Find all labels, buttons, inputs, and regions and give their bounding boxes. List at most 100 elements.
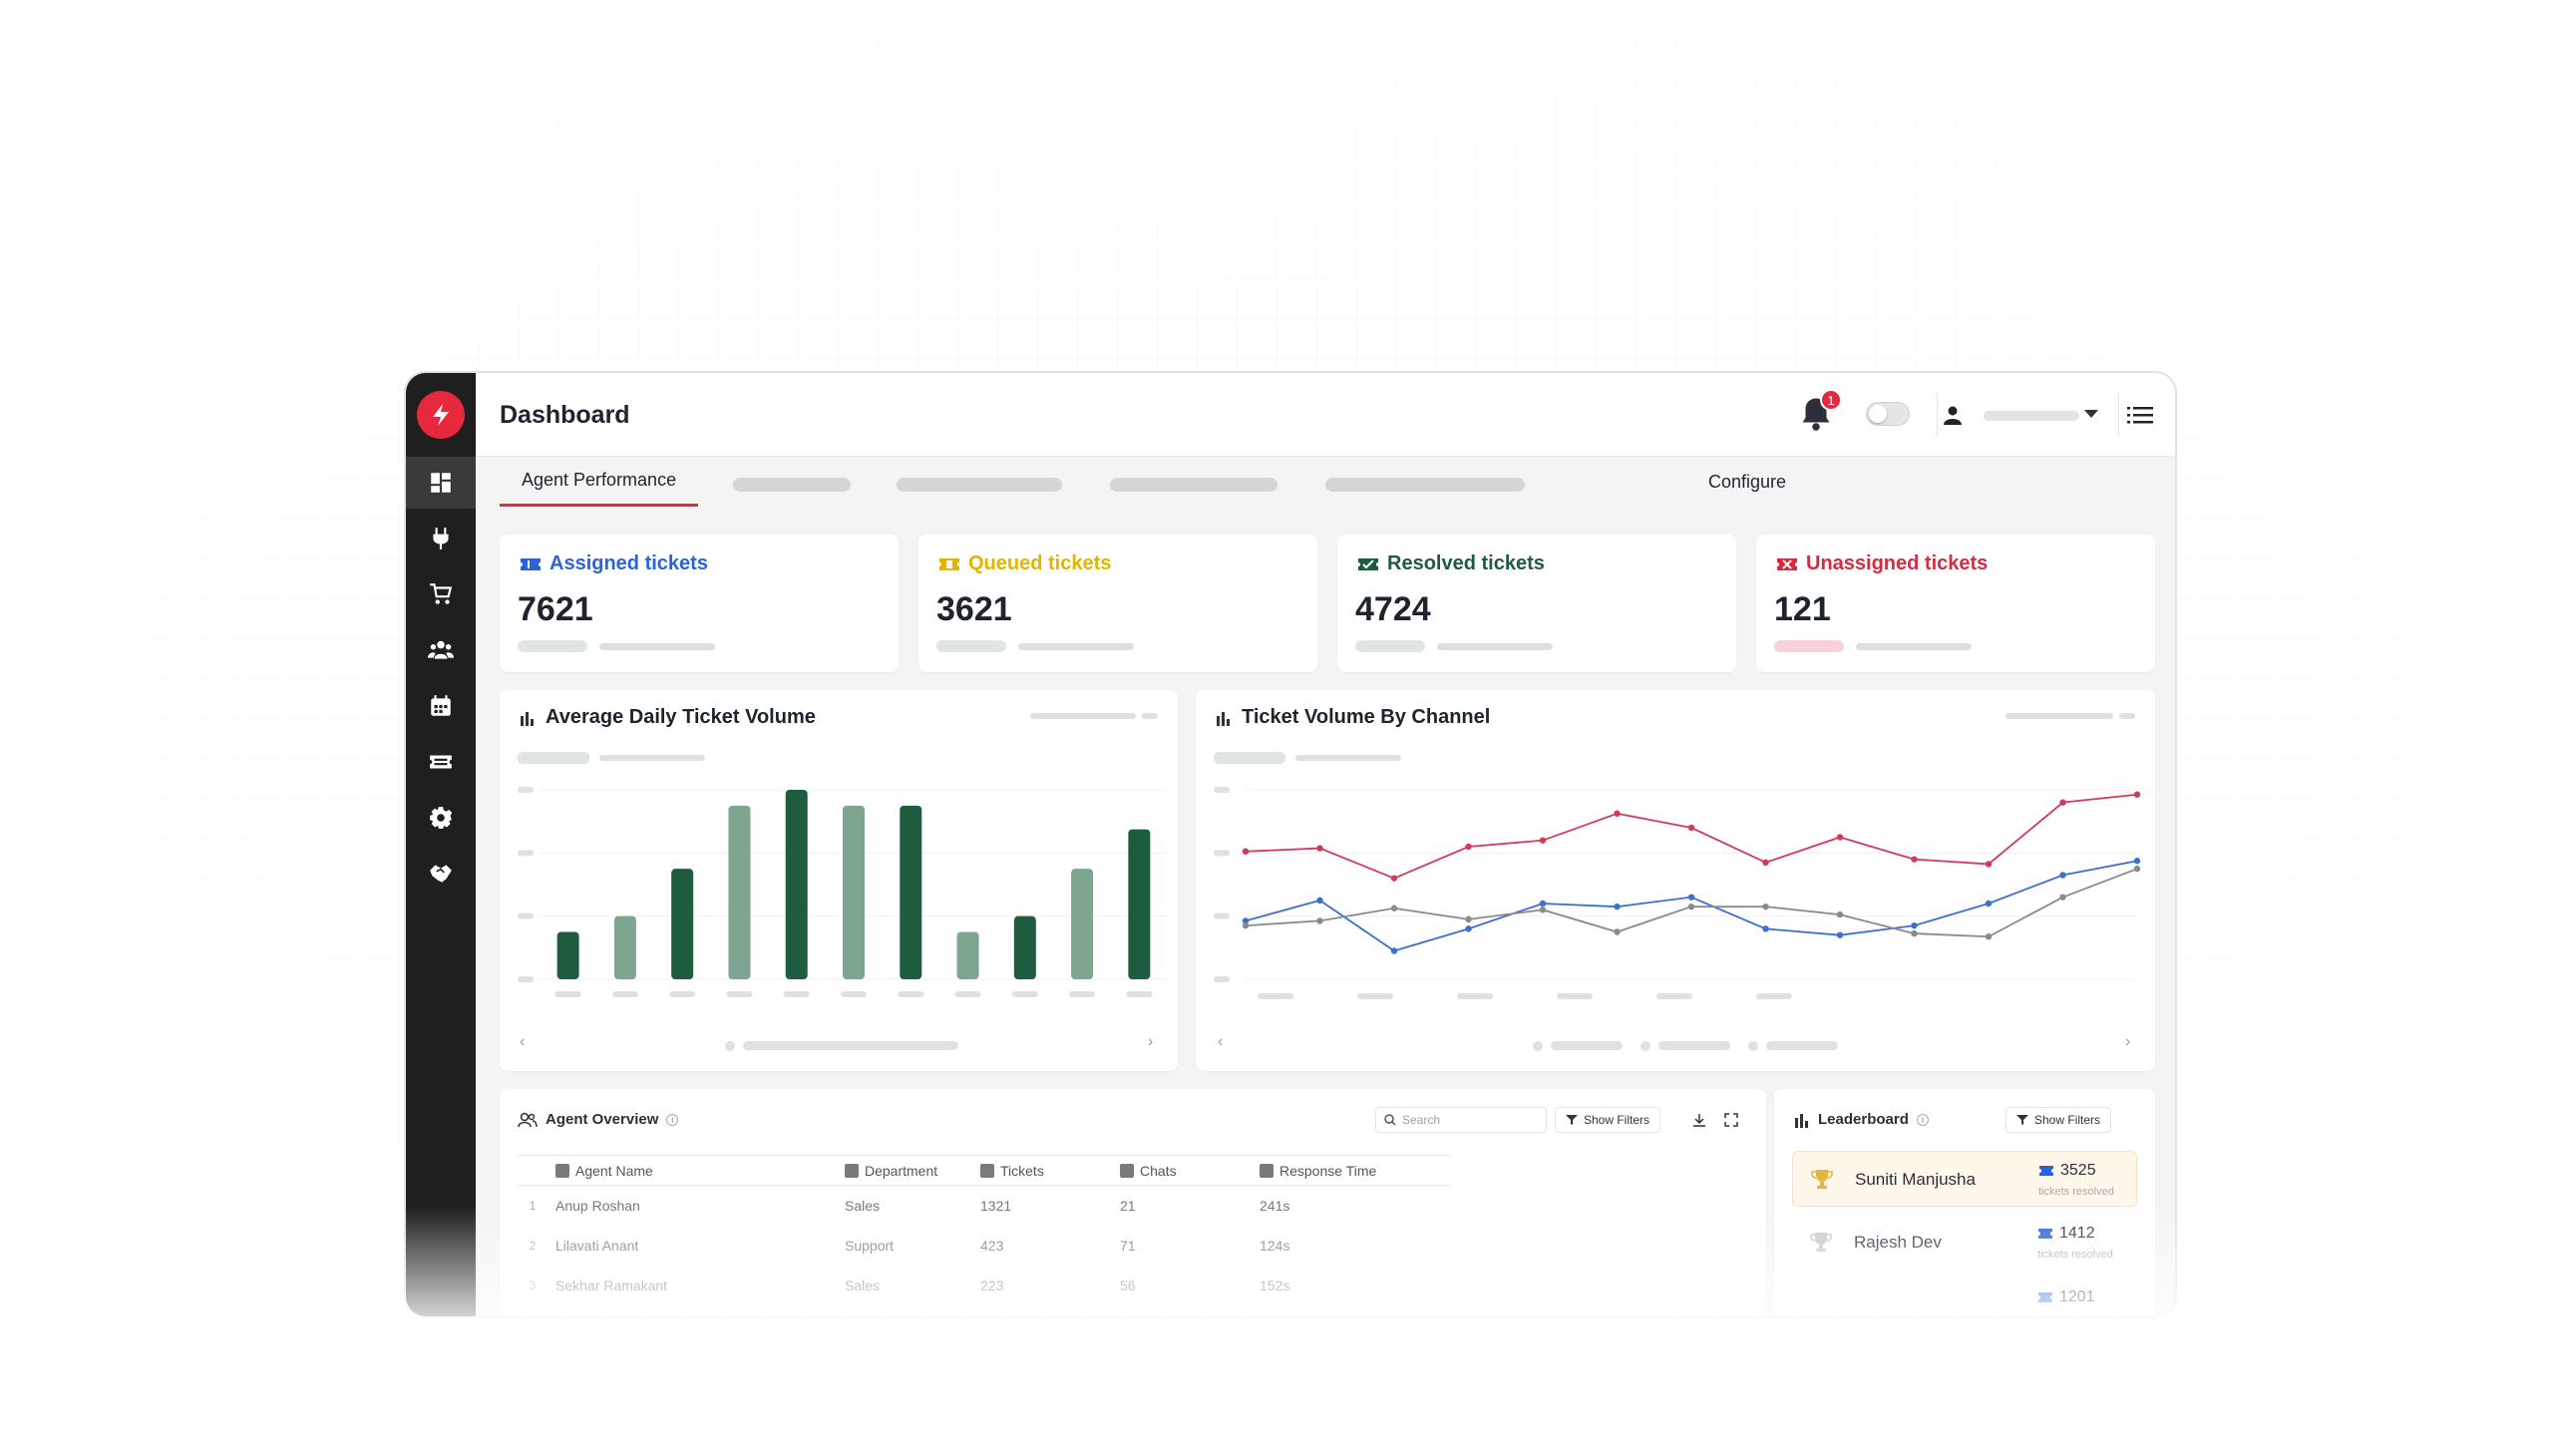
stat-pill (1355, 640, 1425, 652)
x-tick-placeholder (783, 991, 810, 997)
info-icon[interactable]: i (666, 1113, 679, 1126)
page-title: Dashboard (500, 401, 630, 429)
search-input[interactable]: Search (1375, 1107, 1547, 1133)
x-tick-placeholder (898, 991, 924, 997)
bar (671, 869, 694, 979)
stat-value: 4724 (1355, 590, 1431, 628)
info-icon[interactable]: i (1916, 1113, 1929, 1126)
data-point (1539, 837, 1547, 844)
column-header-agent-name[interactable]: Agent Name (547, 1155, 837, 1186)
leaderboard-row[interactable]: 1201 (1792, 1278, 2137, 1316)
notification-badge: 1 (1820, 389, 1842, 411)
tab-agent-performance[interactable]: Agent Performance (500, 457, 699, 507)
sidebar-item-plugins[interactable] (406, 513, 476, 564)
y-tick-placeholder (1214, 976, 1230, 982)
column-header-department[interactable]: Department (837, 1155, 972, 1186)
cell-response-time: 124s (1260, 1237, 1290, 1254)
sidebar-item-team[interactable] (406, 624, 476, 676)
tab-placeholder[interactable] (1110, 478, 1277, 492)
column-header-tickets[interactable]: Tickets (972, 1155, 1112, 1186)
data-point (1465, 843, 1472, 851)
x-tick-placeholder (954, 991, 981, 997)
cell-tickets: 223 (980, 1276, 1004, 1293)
user-name-placeholder (1984, 411, 2079, 421)
legend-dot (1533, 1041, 1543, 1051)
leaderboard-row[interactable]: Rajesh Dev 1412 tickets resolved (1792, 1215, 2137, 1271)
data-point (1539, 907, 1547, 913)
data-point (1390, 875, 1398, 882)
chevron-left-icon[interactable]: ‹ (1218, 1033, 1223, 1051)
tab-configure[interactable]: Configure (1708, 457, 1786, 507)
table-row[interactable]: 2 Lilavati Anant Support 423 71 124s (518, 1226, 1451, 1266)
series-line (1245, 868, 2138, 938)
bar (556, 931, 579, 979)
cell-chats: 21 (1120, 1197, 1136, 1214)
data-point (1687, 824, 1695, 832)
download-icon[interactable] (1686, 1107, 1712, 1133)
column-label: Agent Name (575, 1162, 653, 1179)
x-tick-placeholder (726, 991, 753, 997)
data-point (1390, 947, 1398, 954)
app-logo[interactable] (417, 391, 465, 439)
data-point (1316, 845, 1323, 852)
column-header-chats[interactable]: Chats (1112, 1155, 1252, 1186)
data-point (1762, 925, 1769, 932)
stat-card-queued: Queued tickets 3621 (918, 535, 1317, 672)
placeholder (1142, 713, 1158, 719)
legend-label-placeholder[interactable] (1766, 1041, 1838, 1050)
table-row[interactable]: 1 Anup Roshan Sales 1321 21 241s (518, 1186, 1451, 1226)
row-index: 1 (529, 1198, 537, 1213)
list-menu-icon[interactable] (2127, 403, 2153, 427)
data-point (1911, 929, 1918, 937)
data-point (2133, 858, 2141, 865)
ticket-icon (430, 755, 452, 769)
chevron-right-icon[interactable]: › (2125, 1033, 2130, 1051)
panel-title: Agent Overview i (518, 1111, 679, 1128)
leaderboard-subtext: tickets resolved (2038, 1186, 2114, 1198)
scrollbar[interactable] (743, 1041, 958, 1050)
show-filters-button[interactable]: Show Filters (2006, 1107, 2112, 1133)
data-point (1911, 856, 1918, 863)
sidebar-item-tickets[interactable] (406, 736, 476, 788)
text-column-icon (555, 1163, 569, 1178)
stat-bar (1856, 643, 1972, 650)
bar (956, 931, 979, 979)
tab-placeholder[interactable] (733, 478, 851, 492)
text-column-icon (845, 1163, 859, 1178)
x-tick-placeholder (1011, 991, 1038, 997)
expand-icon[interactable] (1718, 1107, 1744, 1133)
sidebar-item-commerce[interactable] (406, 568, 476, 620)
sidebar-item-dashboard[interactable] (406, 457, 476, 509)
legend-label-placeholder[interactable] (1658, 1041, 1730, 1050)
calendar-icon (431, 695, 451, 716)
sidebar-item-calendar[interactable] (406, 680, 476, 732)
legend-label-placeholder[interactable] (1551, 1041, 1623, 1050)
leaderboard-count: 3525 (2038, 1162, 2096, 1180)
show-filters-button[interactable]: Show Filters (1555, 1107, 1661, 1133)
count-value: 3525 (2060, 1162, 2096, 1179)
search-placeholder: Search (1402, 1113, 1441, 1127)
leaderboard-count: 1412 (2037, 1225, 2095, 1243)
stat-title: Assigned tickets (520, 552, 708, 575)
table-row[interactable]: 3 Sekhar Ramakant Sales 223 56 152s (518, 1266, 1451, 1305)
leaderboard-row[interactable]: Suniti Manjusha 3525 tickets resolved (1792, 1151, 2137, 1207)
chevron-right-icon[interactable]: › (1148, 1033, 1153, 1051)
ticket-icon (2039, 1166, 2053, 1176)
tab-placeholder[interactable] (1325, 478, 1525, 492)
theme-toggle[interactable] (1866, 402, 1910, 426)
placeholder (2119, 713, 2135, 719)
data-point (1465, 915, 1472, 923)
chevron-down-icon[interactable] (2084, 410, 2098, 418)
sidebar-item-settings[interactable] (406, 792, 476, 844)
user-icon[interactable] (1941, 403, 1965, 427)
chart-title-text: Ticket Volume By Channel (1242, 706, 1491, 728)
column-header-response-time[interactable]: Response Time (1252, 1155, 1451, 1186)
chevron-left-icon[interactable]: ‹ (520, 1033, 525, 1051)
x-tick-placeholder (1756, 993, 1792, 999)
data-point (2059, 872, 2066, 879)
ticket-icon (2038, 1229, 2052, 1239)
sidebar-item-support[interactable] (406, 848, 476, 900)
count-value: 1201 (2059, 1288, 2095, 1305)
tab-placeholder[interactable] (897, 478, 1062, 492)
filter-icon (2016, 1115, 2028, 1125)
